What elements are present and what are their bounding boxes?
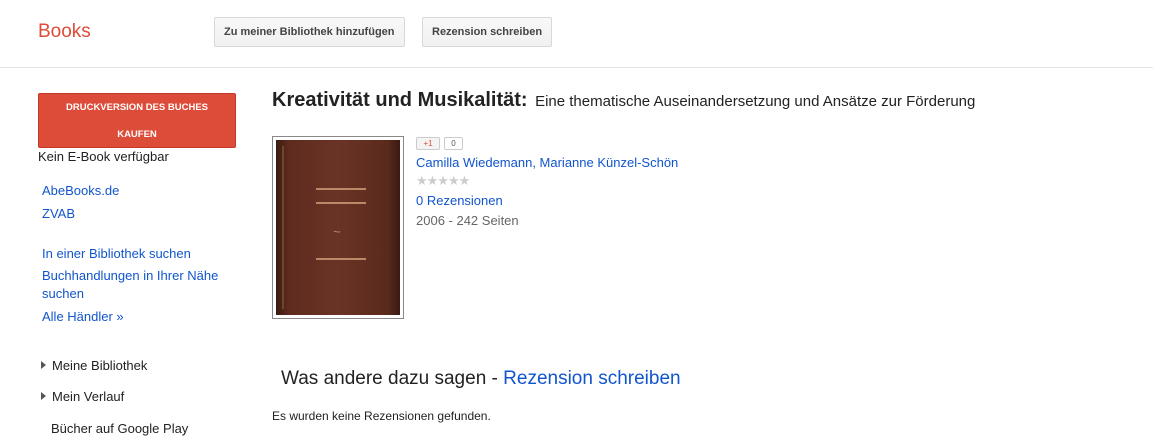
reviews-section-heading: Was andere dazu sagen - Rezension schrei…: [281, 368, 681, 390]
store-link-zvab[interactable]: ZVAB: [42, 205, 75, 223]
heading-separator: -: [486, 368, 504, 389]
buy-button-label-line1: DRUCKVERSION DES BUCHES: [66, 102, 208, 113]
book-meta: 2006 - 242 Seiten: [416, 213, 519, 228]
my-library-item[interactable]: Meine Bibliothek: [41, 358, 147, 373]
book-cover[interactable]: ~: [272, 136, 404, 319]
triangle-right-icon: [41, 392, 46, 400]
no-ebook-text: Kein E-Book verfügbar: [38, 149, 169, 164]
nearby-bookstores-line2: suchen: [42, 286, 84, 301]
book-title-main: Kreativität und Musikalität:: [272, 89, 528, 111]
plus-one-count: 0: [444, 137, 463, 150]
book-title: Kreativität und Musikalität: Eine themat…: [272, 89, 975, 112]
cover-ornament: ~: [333, 224, 341, 239]
rating-stars: ★★★★★: [416, 173, 470, 188]
no-reviews-text: Es wurden keine Rezensionen gefunden.: [272, 409, 491, 423]
my-library-label: Meine Bibliothek: [52, 358, 148, 373]
nearby-bookstores-link[interactable]: Buchhandlungen in Ihrer Nähe suchen: [42, 267, 218, 303]
cover-spine: [282, 146, 284, 309]
authors-link[interactable]: Camilla Wiedemann, Marianne Künzel-Schön: [416, 155, 678, 170]
top-bar: Books Zu meiner Bibliothek hinzufügen Re…: [0, 0, 1153, 68]
all-dealers-link[interactable]: Alle Händler »: [42, 308, 124, 326]
my-history-label: Mein Verlauf: [52, 389, 125, 404]
cover-line: [316, 202, 366, 204]
reviews-count-link[interactable]: 0 Rezensionen: [416, 193, 503, 208]
buy-print-book-button[interactable]: DRUCKVERSION DES BUCHES KAUFEN: [38, 93, 236, 148]
cover-line: [316, 258, 366, 260]
triangle-right-icon: [41, 361, 46, 369]
books-logo[interactable]: Books: [38, 21, 91, 43]
write-review-link[interactable]: Rezension schreiben: [503, 368, 680, 389]
library-search-link[interactable]: In einer Bibliothek suchen: [42, 245, 191, 263]
google-plus-one-button[interactable]: +1: [416, 137, 440, 150]
cover-line: [316, 188, 366, 190]
write-review-button[interactable]: Rezension schreiben: [422, 17, 553, 47]
google-play-books-link[interactable]: Bücher auf Google Play: [51, 421, 188, 436]
store-link-abebooks[interactable]: AbeBooks.de: [42, 182, 119, 200]
buy-button-label-line2: KAUFEN: [117, 129, 157, 140]
nearby-bookstores-line1: Buchhandlungen in Ihrer Nähe: [42, 268, 219, 283]
my-history-item[interactable]: Mein Verlauf: [41, 389, 124, 404]
book-cover-image: ~: [276, 140, 400, 315]
reviews-heading-text: Was andere dazu sagen: [281, 368, 487, 389]
add-to-library-button[interactable]: Zu meiner Bibliothek hinzufügen: [214, 17, 405, 47]
book-subtitle: Eine thematische Auseinandersetzung und …: [535, 93, 976, 110]
